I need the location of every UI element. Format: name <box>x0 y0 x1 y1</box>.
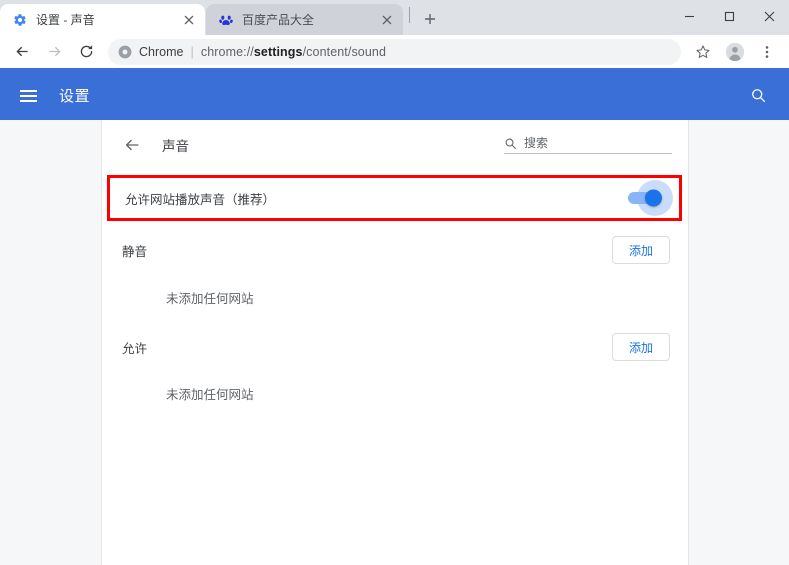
omnibox-brand: Chrome <box>139 44 184 59</box>
mute-section-header: 静音 添加 <box>122 221 670 279</box>
back-icon[interactable] <box>8 38 36 66</box>
tab-close-button[interactable] <box>181 12 197 28</box>
maximize-button[interactable] <box>709 0 749 32</box>
browser-window: 设置 - 声音 百度产品大全 Chrome | chrome://setting… <box>0 0 789 565</box>
card-title: 声音 <box>162 139 189 154</box>
tab-title: 设置 - 声音 <box>36 12 95 27</box>
tab-separator <box>409 6 410 23</box>
card-search-box[interactable] <box>504 136 672 154</box>
reload-icon[interactable] <box>72 38 100 66</box>
browser-toolbar: Chrome | chrome://settings/content/sound <box>0 35 789 68</box>
allow-sound-toggle[interactable] <box>627 180 673 216</box>
add-mute-site-button[interactable]: 添加 <box>612 236 670 264</box>
hamburger-menu-icon[interactable] <box>20 89 37 102</box>
omnibox-separator: | <box>190 44 194 59</box>
forward-icon[interactable] <box>40 38 68 66</box>
url-scheme: chrome:// <box>200 44 254 59</box>
mute-section-title: 静音 <box>122 244 148 259</box>
toggle-knob <box>645 189 662 207</box>
allow-section: 允许 添加 未添加任何网站 <box>102 319 688 415</box>
close-window-button[interactable] <box>749 0 789 32</box>
mute-empty-text: 未添加任何网站 <box>166 292 254 306</box>
minimize-button[interactable] <box>669 0 709 32</box>
tab-title: 百度产品大全 <box>242 12 315 27</box>
mute-section: 静音 添加 未添加任何网站 <box>102 221 688 319</box>
new-tab-button[interactable] <box>416 5 444 33</box>
settings-page-title: 设置 <box>59 88 91 105</box>
allow-empty-text: 未添加任何网站 <box>166 388 254 402</box>
tab-baidu-products[interactable]: 百度产品大全 <box>206 4 403 35</box>
url-path: /content/sound <box>302 44 387 59</box>
profile-avatar[interactable] <box>721 38 749 66</box>
address-bar[interactable]: Chrome | chrome://settings/content/sound <box>108 38 681 65</box>
baidu-paw-icon <box>218 12 234 28</box>
bookmark-star-icon[interactable] <box>689 38 717 66</box>
tab-strip: 设置 - 声音 百度产品大全 <box>0 0 789 35</box>
add-allow-site-button[interactable]: 添加 <box>612 333 670 361</box>
url-host: settings <box>253 44 303 59</box>
omnibox-url: chrome://settings/content/sound <box>201 45 386 59</box>
allow-sound-label: 允许网站播放声音（推荐） <box>125 192 276 207</box>
chrome-menu-icon[interactable] <box>753 38 781 66</box>
card-header: 声音 <box>102 120 688 170</box>
allow-section-header: 允许 添加 <box>122 319 670 375</box>
search-icon[interactable] <box>745 83 771 109</box>
window-controls <box>669 0 789 32</box>
settings-header: 设置 <box>0 71 789 120</box>
settings-gear-icon <box>12 12 28 28</box>
tab-close-button[interactable] <box>379 12 395 28</box>
search-input[interactable] <box>524 136 672 150</box>
back-arrow-icon[interactable] <box>122 135 142 155</box>
search-icon <box>504 137 517 150</box>
tab-settings-sound[interactable]: 设置 - 声音 <box>0 4 205 35</box>
allow-section-title: 允许 <box>122 341 148 356</box>
chrome-logo-icon <box>118 45 132 59</box>
settings-page: 设置 声音 搜索 允许网站播放声音（推荐） 静音 添加 未添加任何网站 允许 添… <box>0 71 789 565</box>
sound-settings-card: 声音 允许网站播放声音（推荐） <box>101 120 689 565</box>
allow-sound-toggle-row[interactable]: 允许网站播放声音（推荐） <box>107 175 682 221</box>
